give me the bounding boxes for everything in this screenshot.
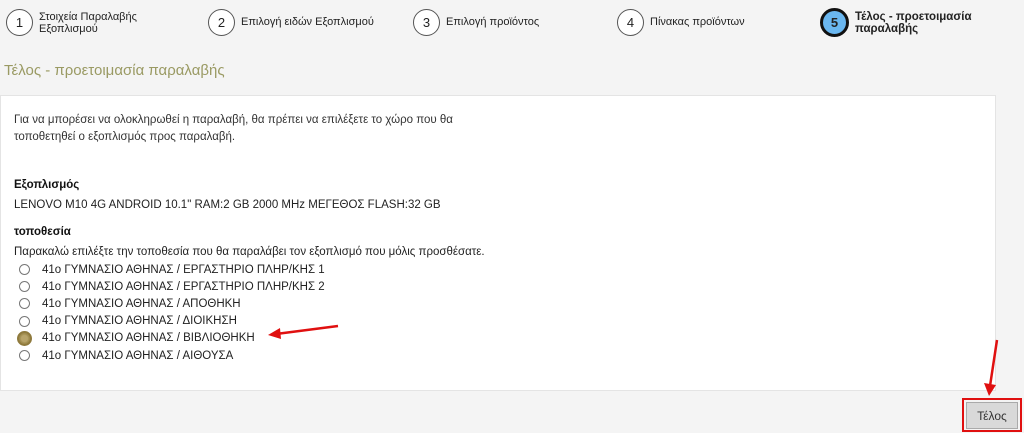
wizard-stepper: 1 Στοιχεία Παραλαβής Εξοπλισμού 2 Επιλογ… — [0, 0, 1024, 48]
location-option-label: 41ο ΓΥΜΝΑΣΙΟ ΑΘΗΝΑΣ / ΑΙΘΟΥΣΑ — [42, 349, 234, 362]
equipment-value: LENOVO M10 4G ANDROID 10.1" RAM:2 GB 200… — [14, 199, 441, 211]
location-heading: τοποθεσία — [14, 226, 71, 238]
intro-text: Για να μπορέσει να ολοκληρωθεί η παραλαβ… — [14, 114, 453, 143]
radio-button[interactable] — [19, 315, 30, 327]
step-5-active[interactable]: 5 Τέλος - προετοιμασία παραλαβής — [820, 8, 972, 37]
finish-button[interactable]: Τέλος — [966, 402, 1018, 429]
location-option-4[interactable]: 41ο ΓΥΜΝΑΣΙΟ ΑΘΗΝΑΣ / ΔΙΟΙΚΗΣΗ — [19, 313, 325, 330]
equipment-heading: Εξοπλισμός — [14, 179, 80, 191]
step-2[interactable]: 2 Επιλογή ειδών Εξοπλισμού — [208, 9, 374, 36]
step-1-label: Στοιχεία Παραλαβής Εξοπλισμού — [39, 11, 137, 35]
step-3[interactable]: 3 Επιλογή προϊόντος — [413, 9, 539, 36]
step-1[interactable]: 1 Στοιχεία Παραλαβής Εξοπλισμού — [6, 9, 137, 36]
page-title: Τέλος - προετοιμασία παραλαβής — [4, 62, 225, 79]
step-3-label: Επιλογή προϊόντος — [446, 16, 540, 28]
radio-button[interactable] — [19, 350, 30, 362]
location-option-1[interactable]: 41ο ΓΥΜΝΑΣΙΟ ΑΘΗΝΑΣ / ΕΡΓΑΣΤΗΡΙΟ ΠΛΗΡ/ΚΗ… — [19, 261, 325, 278]
radio-button[interactable] — [19, 298, 30, 310]
location-option-6[interactable]: 41ο ΓΥΜΝΑΣΙΟ ΑΘΗΝΑΣ / ΑΙΘΟΥΣΑ — [19, 347, 325, 364]
location-option-5-selected[interactable]: 41ο ΓΥΜΝΑΣΙΟ ΑΘΗΝΑΣ / ΒΙΒΛΙΟΘΗΚΗ — [17, 330, 325, 347]
radio-button[interactable] — [19, 264, 30, 276]
location-instruction: Παρακαλώ επιλέξτε την τοποθεσία που θα π… — [14, 246, 485, 258]
location-option-label: 41ο ΓΥΜΝΑΣΙΟ ΑΘΗΝΑΣ / ΔΙΟΙΚΗΣΗ — [42, 315, 237, 328]
step-2-label: Επιλογή ειδών Εξοπλισμού — [241, 16, 374, 28]
step-5-number: 5 — [820, 8, 849, 37]
location-option-2[interactable]: 41ο ΓΥΜΝΑΣΙΟ ΑΘΗΝΑΣ / ΕΡΓΑΣΤΗΡΙΟ ΠΛΗΡ/ΚΗ… — [19, 278, 325, 295]
radio-button[interactable] — [19, 281, 30, 293]
location-option-label: 41ο ΓΥΜΝΑΣΙΟ ΑΘΗΝΑΣ / ΕΡΓΑΣΤΗΡΙΟ ΠΛΗΡ/ΚΗ… — [42, 263, 325, 276]
radio-button-selected[interactable] — [17, 330, 32, 346]
step-3-number: 3 — [413, 9, 440, 36]
location-option-label: 41ο ΓΥΜΝΑΣΙΟ ΑΘΗΝΑΣ / ΑΠΟΘΗΚΗ — [42, 297, 241, 310]
step-5-label: Τέλος - προετοιμασία παραλαβής — [855, 11, 972, 35]
step-4[interactable]: 4 Πίνακας προϊόντων — [617, 9, 745, 36]
step-4-number: 4 — [617, 9, 644, 36]
step-1-number: 1 — [6, 9, 33, 36]
step-2-number: 2 — [208, 9, 235, 36]
location-option-label: 41ο ΓΥΜΝΑΣΙΟ ΑΘΗΝΑΣ / ΕΡΓΑΣΤΗΡΙΟ ΠΛΗΡ/ΚΗ… — [42, 280, 325, 293]
step-4-label: Πίνακας προϊόντων — [650, 16, 745, 28]
location-option-3[interactable]: 41ο ΓΥΜΝΑΣΙΟ ΑΘΗΝΑΣ / ΑΠΟΘΗΚΗ — [19, 295, 325, 312]
location-radio-group: 41ο ΓΥΜΝΑΣΙΟ ΑΘΗΝΑΣ / ΕΡΓΑΣΤΗΡΙΟ ΠΛΗΡ/ΚΗ… — [17, 261, 325, 364]
summary-card: Για να μπορέσει να ολοκληρωθεί η παραλαβ… — [0, 95, 996, 391]
location-option-label: 41ο ΓΥΜΝΑΣΙΟ ΑΘΗΝΑΣ / ΒΙΒΛΙΟΘΗΚΗ — [42, 332, 255, 345]
